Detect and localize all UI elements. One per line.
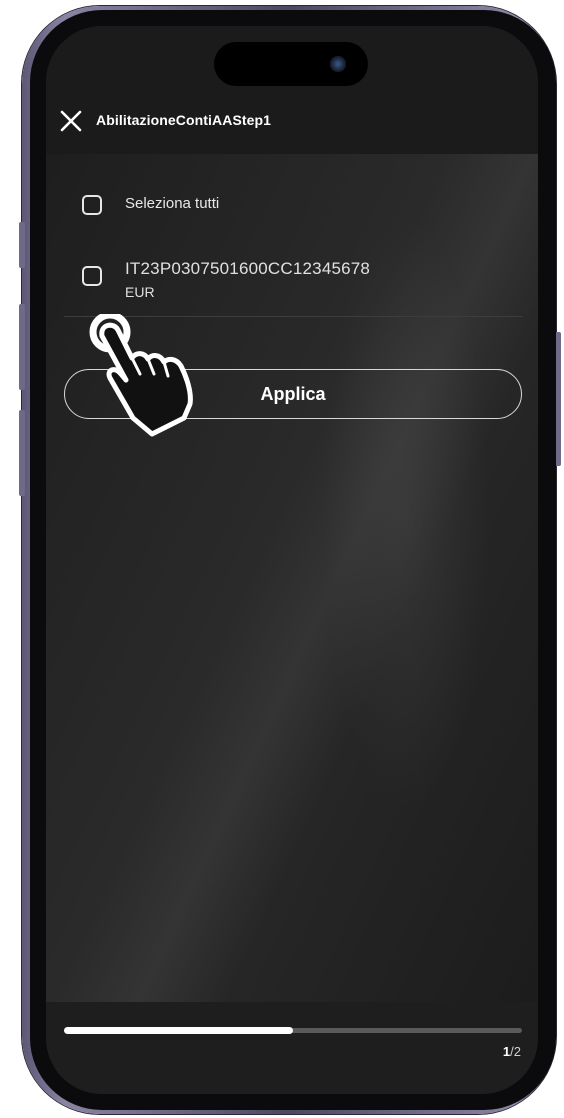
select-all-row[interactable]: Seleziona tutti: [82, 195, 219, 215]
account-checkbox[interactable]: [82, 266, 102, 286]
select-all-label: Seleziona tutti: [125, 195, 220, 212]
divider: [64, 316, 522, 317]
camera-icon: [330, 56, 346, 72]
dynamic-island: [214, 42, 368, 86]
account-iban: IT23P0307501600CC12345678: [125, 259, 371, 278]
footer-bar: [46, 1002, 538, 1094]
page-indicator: 1/2: [503, 1044, 521, 1059]
action-button: [19, 222, 25, 268]
volume-down-button: [19, 410, 25, 496]
select-all-checkbox[interactable]: [82, 195, 102, 215]
phone-screen: AbilitazioneContiAAStep1 Seleziona tutti…: [46, 26, 538, 1094]
progress-fill: [64, 1027, 293, 1034]
account-row[interactable]: IT23P0307501600CC12345678 EUR: [82, 259, 370, 300]
account-currency: EUR: [125, 284, 155, 300]
close-icon[interactable]: [56, 106, 86, 136]
volume-up-button: [19, 304, 25, 390]
apply-button[interactable]: Applica: [64, 369, 522, 419]
progress-bar: [64, 1027, 522, 1034]
page-total: 2: [513, 1044, 521, 1059]
page-title: AbilitazioneContiAAStep1: [96, 112, 272, 128]
